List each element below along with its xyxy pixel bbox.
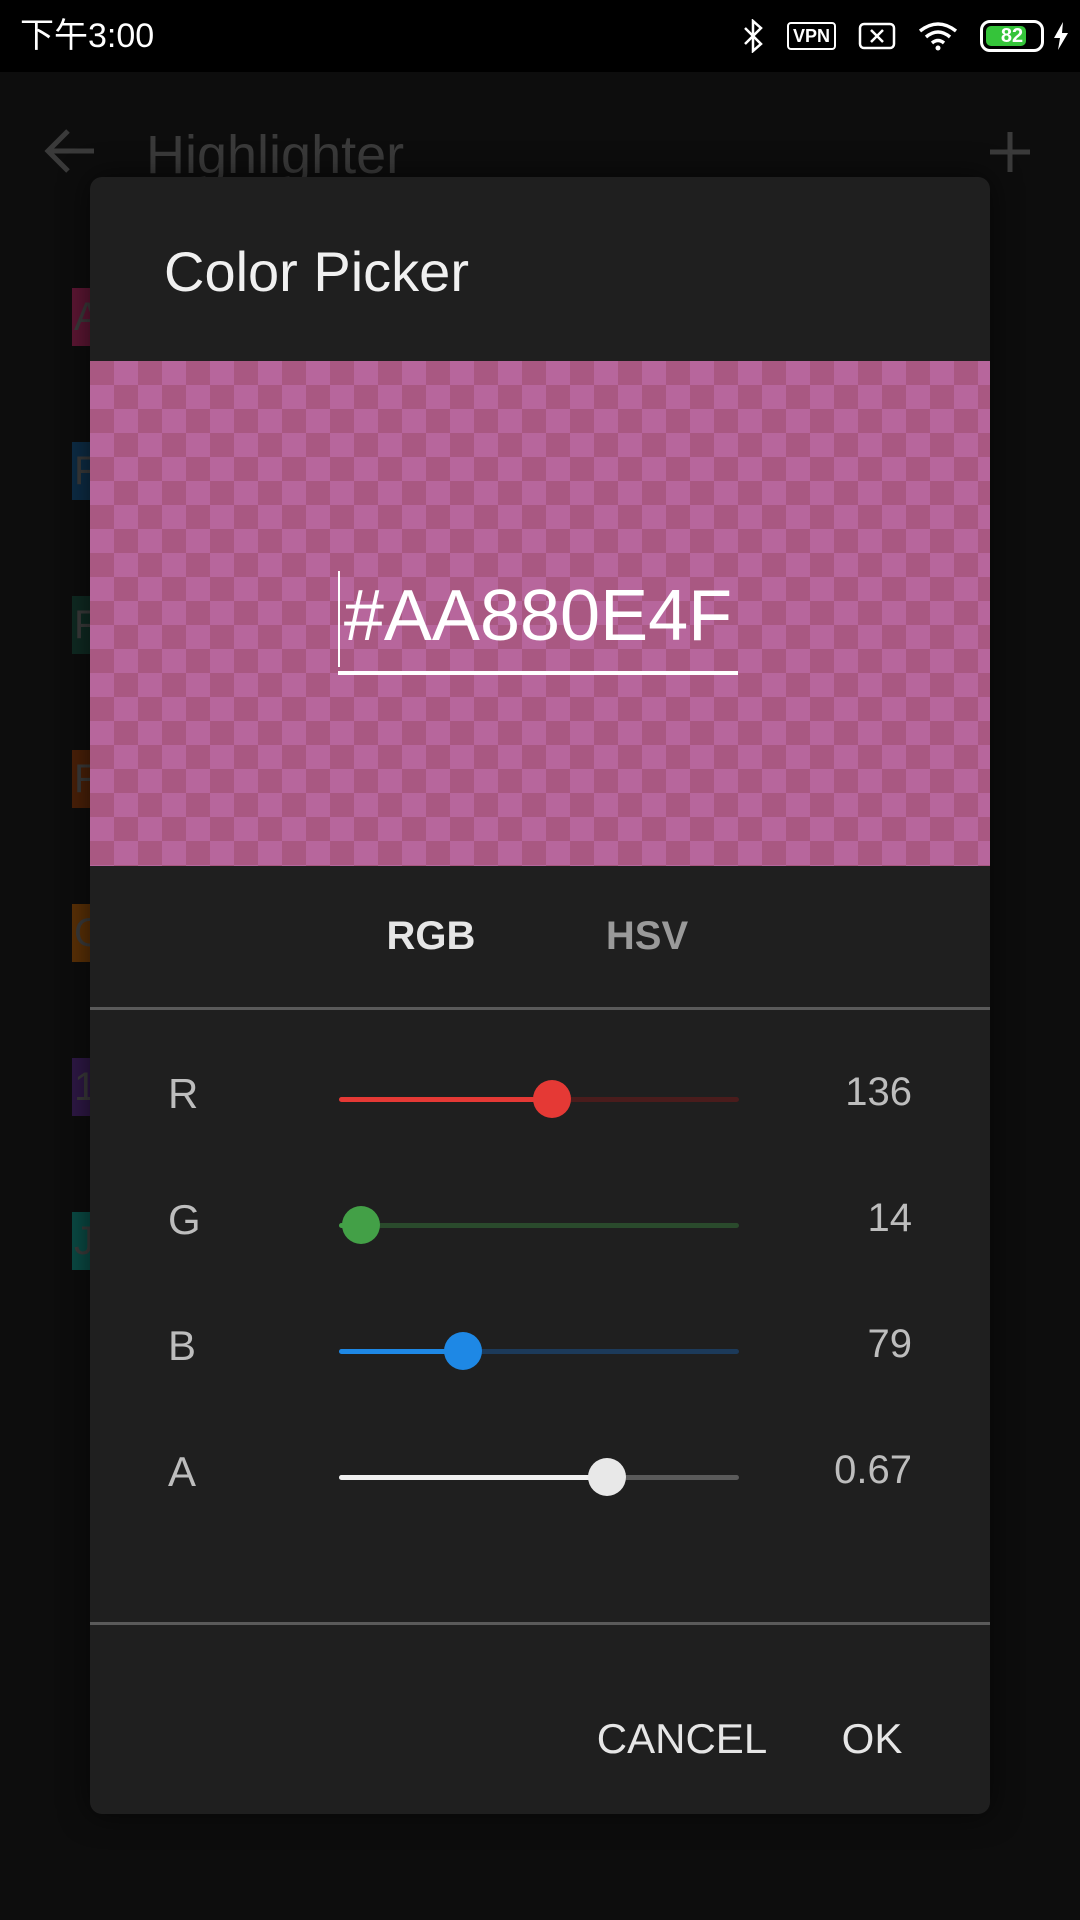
slider-thumb[interactable] (342, 1206, 380, 1244)
battery-level: 82 (1000, 24, 1024, 47)
color-picker-dialog: Color Picker RGB HSV R 136 G 14 B 79 A 0.67 CAN… (90, 177, 990, 1814)
slider-label: A (168, 1448, 197, 1495)
slider-fill (339, 1097, 552, 1102)
sim-disabled-icon (858, 22, 896, 50)
slider-thumb[interactable] (588, 1458, 626, 1496)
tab-rgb[interactable]: RGB (331, 866, 531, 1006)
slider-thumb[interactable] (533, 1080, 571, 1118)
slider-row-g: G 14 (90, 1184, 990, 1264)
wifi-icon (918, 21, 958, 51)
slider-fill (339, 1475, 607, 1480)
slider-value: 0.67 (834, 1448, 912, 1492)
bluetooth-icon (741, 19, 765, 53)
slider-row-r: R 136 (90, 1058, 990, 1138)
slider-value: 136 (845, 1070, 912, 1114)
hex-color-input[interactable] (338, 561, 738, 675)
tab-hsv[interactable]: HSV (547, 866, 747, 1006)
slider-thumb[interactable] (444, 1332, 482, 1370)
color-preview (90, 361, 990, 866)
slider-track[interactable] (339, 1223, 739, 1228)
slider-value: 14 (867, 1196, 913, 1240)
dialog-title: Color Picker (164, 240, 469, 303)
tabs-divider (90, 1007, 990, 1010)
color-mode-tabs: RGB HSV (90, 866, 990, 1008)
add-icon[interactable] (988, 130, 1032, 179)
battery-icon: 82 (980, 20, 1044, 52)
slider-row-b: B 79 (90, 1310, 990, 1390)
status-icons: VPN 82 (719, 14, 1070, 58)
slider-value: 79 (867, 1322, 913, 1366)
slider-label: R (168, 1070, 199, 1117)
slider-label: B (168, 1322, 197, 1369)
back-arrow-icon[interactable] (44, 128, 96, 179)
charging-icon (1052, 21, 1070, 51)
text-cursor (338, 571, 340, 667)
vpn-badge: VPN (786, 22, 836, 50)
slider-label: G (168, 1196, 201, 1243)
cancel-button[interactable]: CANCEL (592, 1694, 772, 1784)
slider-row-a: A 0.67 (90, 1436, 990, 1516)
status-bar: 下午3:00 VPN 82 (0, 0, 1080, 72)
buttons-divider (90, 1622, 990, 1625)
status-time: 下午3:00 (20, 17, 155, 55)
ok-button[interactable]: OK (827, 1694, 917, 1784)
